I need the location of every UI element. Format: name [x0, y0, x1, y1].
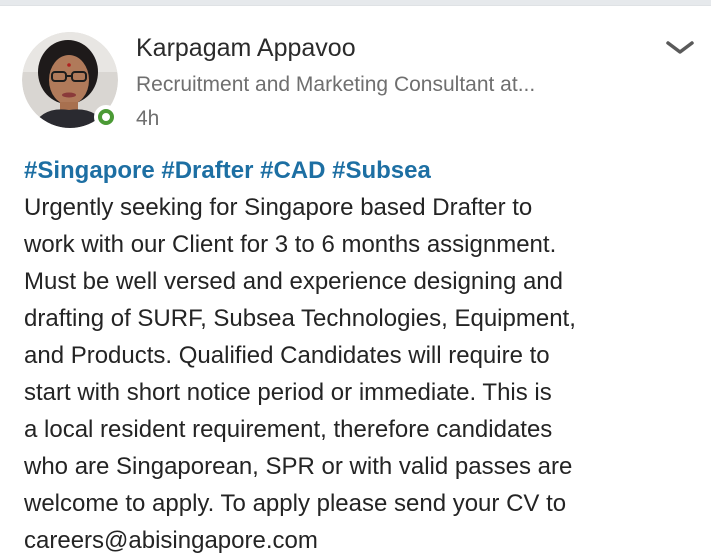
- hashtag-cad[interactable]: #CAD: [260, 157, 325, 184]
- post-card: Karpagam Appavoo Recruitment and Marketi…: [0, 6, 711, 560]
- post-text-line: Must be well versed and experience desig…: [24, 268, 564, 295]
- post-text-line: and Products. Qualified Candidates will …: [24, 342, 550, 369]
- hashtag-singapore[interactable]: #Singapore: [24, 157, 155, 184]
- chevron-down-icon[interactable]: [664, 36, 696, 60]
- post-text-line: who are Singaporean, SPR or with valid p…: [24, 453, 573, 480]
- hashtag-drafter[interactable]: #Drafter: [161, 157, 253, 184]
- post-text-line: Urgently seeking for Singapore based Dra…: [24, 194, 533, 221]
- contact-email-line[interactable]: careers@abisingapore.com: [24, 522, 704, 559]
- post-text-line: a local resident requirement, therefore …: [24, 416, 553, 443]
- author-headline: Recruitment and Marketing Consultant at.…: [136, 73, 536, 96]
- post-text-line: work with our Client for 3 to 6 months a…: [24, 231, 557, 258]
- post-text-line: start with short notice period or immedi…: [24, 379, 552, 406]
- post-text-line: welcome to apply. To apply please send y…: [24, 490, 567, 517]
- post-timestamp: 4h: [136, 107, 160, 130]
- author-name[interactable]: Karpagam Appavoo: [136, 34, 356, 63]
- hashtag-subsea[interactable]: #Subsea: [332, 157, 431, 184]
- post-text-line: drafting of SURF, Subsea Technologies, E…: [24, 305, 576, 332]
- online-status-icon: [94, 105, 118, 129]
- author-avatar[interactable]: [22, 32, 122, 132]
- hashtag-list: #Singapore #Drafter #CAD #Subsea: [24, 152, 704, 189]
- post-body: #Singapore #Drafter #CAD #Subsea Urgentl…: [24, 152, 704, 559]
